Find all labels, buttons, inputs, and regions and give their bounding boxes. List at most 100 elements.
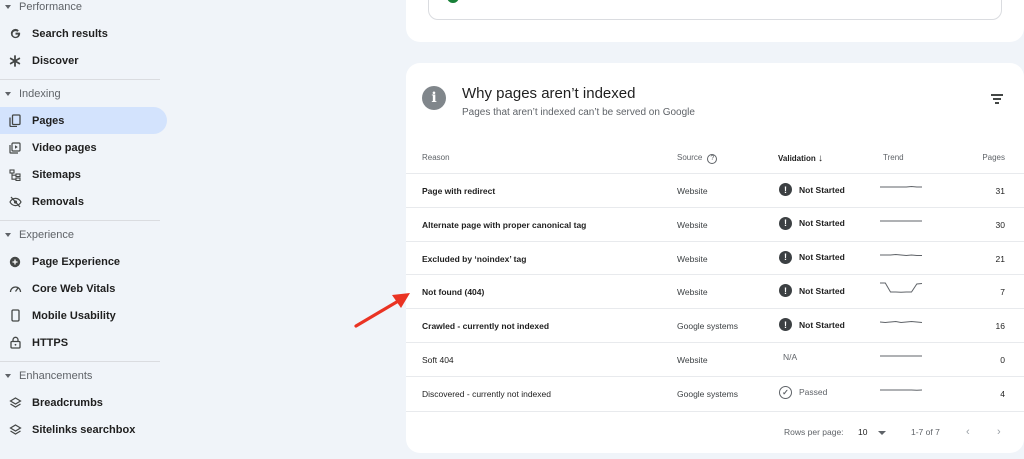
table-row[interactable]: Discovered - currently not indexed Googl… (406, 375, 1024, 410)
card-subtitle: Pages that aren’t indexed can’t be serve… (462, 107, 695, 118)
sidebar-item-https[interactable]: HTTPS (0, 329, 167, 356)
cell-pages: 7 (1000, 287, 1005, 298)
filter-icon[interactable] (991, 94, 1003, 104)
column-validation[interactable]: Validation ↓ (778, 153, 823, 164)
sidebar-divider (0, 79, 160, 80)
sidebar-item-label: Discover (32, 54, 79, 67)
annotation-arrow-icon (354, 293, 410, 328)
trend-sparkline (880, 185, 922, 188)
eye-off-icon (8, 195, 22, 209)
sidebar-item-sitemaps[interactable]: Sitemaps (0, 161, 167, 188)
section-indexing[interactable]: Indexing (0, 84, 61, 104)
cell-pages: 0 (1000, 355, 1005, 365)
table-row[interactable]: Crawled - currently not indexed Google s… (406, 308, 1024, 342)
table-row[interactable]: Alternate page with proper canonical tag… (406, 206, 1024, 241)
cell-validation: ✓ Passed (779, 385, 827, 399)
column-trend: Trend (883, 153, 904, 162)
gauge-icon (8, 282, 22, 296)
exclamation-icon: ! (779, 284, 792, 298)
phone-icon (8, 309, 22, 323)
cell-validation: ! Not Started (779, 250, 845, 264)
cell-pages: 30 (995, 219, 1005, 230)
sidebar-item-label: Pages (32, 114, 65, 127)
cell-reason: Excluded by ‘noindex’ tag (422, 253, 527, 264)
lock-icon (8, 336, 22, 350)
section-label: Performance (19, 1, 82, 13)
chevron-down-icon (5, 92, 11, 96)
cell-source: Website (677, 287, 708, 298)
validation-status: Not Started (799, 218, 845, 229)
sidebar-item-mobile-usability[interactable]: Mobile Usability (0, 302, 167, 329)
sidebar-item-label: Sitelinks searchbox (32, 423, 136, 436)
cell-trend (880, 349, 924, 367)
cell-trend (880, 180, 924, 198)
google-g-icon (8, 27, 22, 41)
column-reason[interactable]: Reason (422, 153, 450, 162)
help-icon[interactable]: ? (707, 154, 718, 164)
check-circle-icon (447, 0, 459, 3)
section-label: Indexing (19, 88, 61, 100)
rows-per-page-select[interactable]: 10 (858, 427, 867, 437)
validation-status: Not Started (799, 252, 845, 263)
cell-trend (879, 315, 924, 333)
cell-validation: ! Not Started (779, 318, 845, 332)
cell-source: Google systems (677, 388, 738, 399)
sidebar-item-label: Core Web Vitals (32, 282, 116, 295)
cell-trend (880, 383, 924, 401)
cell-validation: ! Not Started (779, 216, 845, 230)
exclamation-icon: ! (779, 250, 792, 264)
sidebar-divider (0, 361, 160, 362)
section-label: Enhancements (19, 370, 93, 382)
sidebar-item-search-results[interactable]: Search results (0, 20, 167, 47)
asterisk-icon (8, 54, 22, 68)
section-experience[interactable]: Experience (0, 225, 74, 245)
cell-reason: Crawled - currently not indexed (422, 321, 550, 332)
cell-reason: Not found (404) (422, 287, 485, 298)
sidebar-item-label: Search results (32, 27, 108, 40)
section-performance[interactable]: Performance (0, 0, 82, 17)
sidebar: Performance Search results Discover Indexin… (0, 0, 180, 459)
sidebar-item-label: Video pages (32, 141, 97, 154)
sidebar-item-page-experience[interactable]: Page Experience (0, 248, 167, 275)
pages-icon (8, 114, 22, 128)
sidebar-item-label: Page Experience (32, 255, 121, 268)
cell-pages: 31 (995, 186, 1005, 196)
sidebar-item-removals[interactable]: Removals (0, 188, 167, 215)
sitemap-icon (8, 168, 22, 182)
chevron-right-icon[interactable]: › (997, 426, 1001, 438)
section-enhancements[interactable]: Enhancements (0, 366, 92, 386)
table-row[interactable]: Soft 404 Website N/A 0 (406, 342, 1024, 376)
validation-status: Not Started (799, 319, 845, 330)
sidebar-item-pages[interactable]: Pages (0, 107, 167, 134)
table-row[interactable]: Excluded by ‘noindex’ tag Website ! Not S… (406, 240, 1024, 275)
cell-trend (880, 281, 924, 299)
layers-icon (8, 396, 22, 410)
view-indexed-link[interactable] (428, 0, 1002, 20)
trend-sparkline (880, 253, 922, 256)
table-row[interactable]: Page with redirect Website ! Not Started … (406, 173, 1024, 207)
validation-status: Not Started (799, 184, 845, 195)
sidebar-item-breadcrumbs[interactable]: Breadcrumbs (0, 389, 167, 416)
column-source[interactable]: Source? (677, 153, 718, 164)
dropdown-caret-icon[interactable] (878, 431, 886, 435)
sidebar-divider (0, 220, 160, 221)
cell-pages: 16 (995, 321, 1005, 332)
cell-trend (880, 248, 924, 266)
sidebar-item-sitelinks-searchbox[interactable]: Sitelinks searchbox (0, 416, 167, 443)
cell-source: Website (677, 186, 708, 196)
sidebar-item-core-web-vitals[interactable]: Core Web Vitals (0, 275, 167, 302)
sidebar-item-discover[interactable]: Discover (0, 47, 167, 74)
trend-sparkline (880, 282, 923, 294)
cell-pages: 21 (995, 253, 1005, 264)
sidebar-item-video-pages[interactable]: Video pages (0, 134, 167, 161)
cell-source: Website (677, 253, 708, 264)
sidebar-item-label: Removals (32, 195, 84, 208)
info-icon: i (422, 86, 446, 110)
chevron-down-icon (5, 5, 11, 9)
chevron-left-icon[interactable]: ‹ (966, 426, 970, 438)
table-row[interactable]: Not found (404) Website ! Not Started 7 (406, 274, 1024, 308)
sidebar-item-label: Sitemaps (32, 168, 81, 181)
column-pages[interactable]: Pages (982, 153, 1005, 162)
table-footer: Rows per page: 10 1-7 of 7 ‹ › (406, 411, 1024, 451)
cell-pages: 4 (1000, 388, 1005, 399)
